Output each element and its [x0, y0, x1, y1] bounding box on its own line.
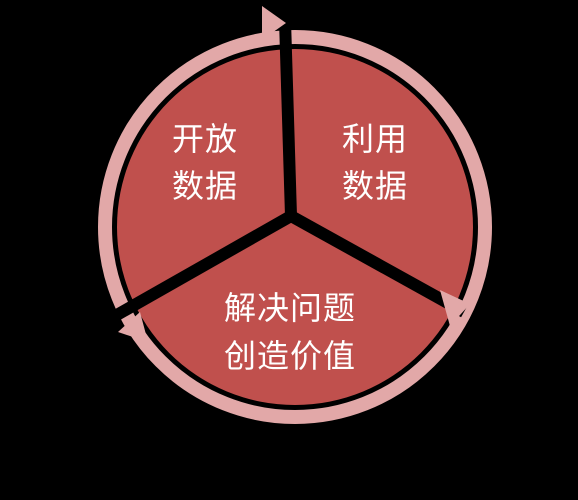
cycle-diagram: 开放 数据 利用 数据 解决问题 创造价值 — [98, 6, 492, 424]
segment-label-line: 数据 — [172, 167, 238, 205]
segment-label-line: 开放 — [172, 120, 238, 158]
segment-label-line: 数据 — [342, 167, 408, 205]
segment-label-line: 利用 — [342, 120, 408, 158]
segment-label-line: 解决问题 — [224, 289, 356, 327]
segment-label-line: 创造价值 — [224, 337, 356, 375]
divider-top — [279, 19, 297, 217]
